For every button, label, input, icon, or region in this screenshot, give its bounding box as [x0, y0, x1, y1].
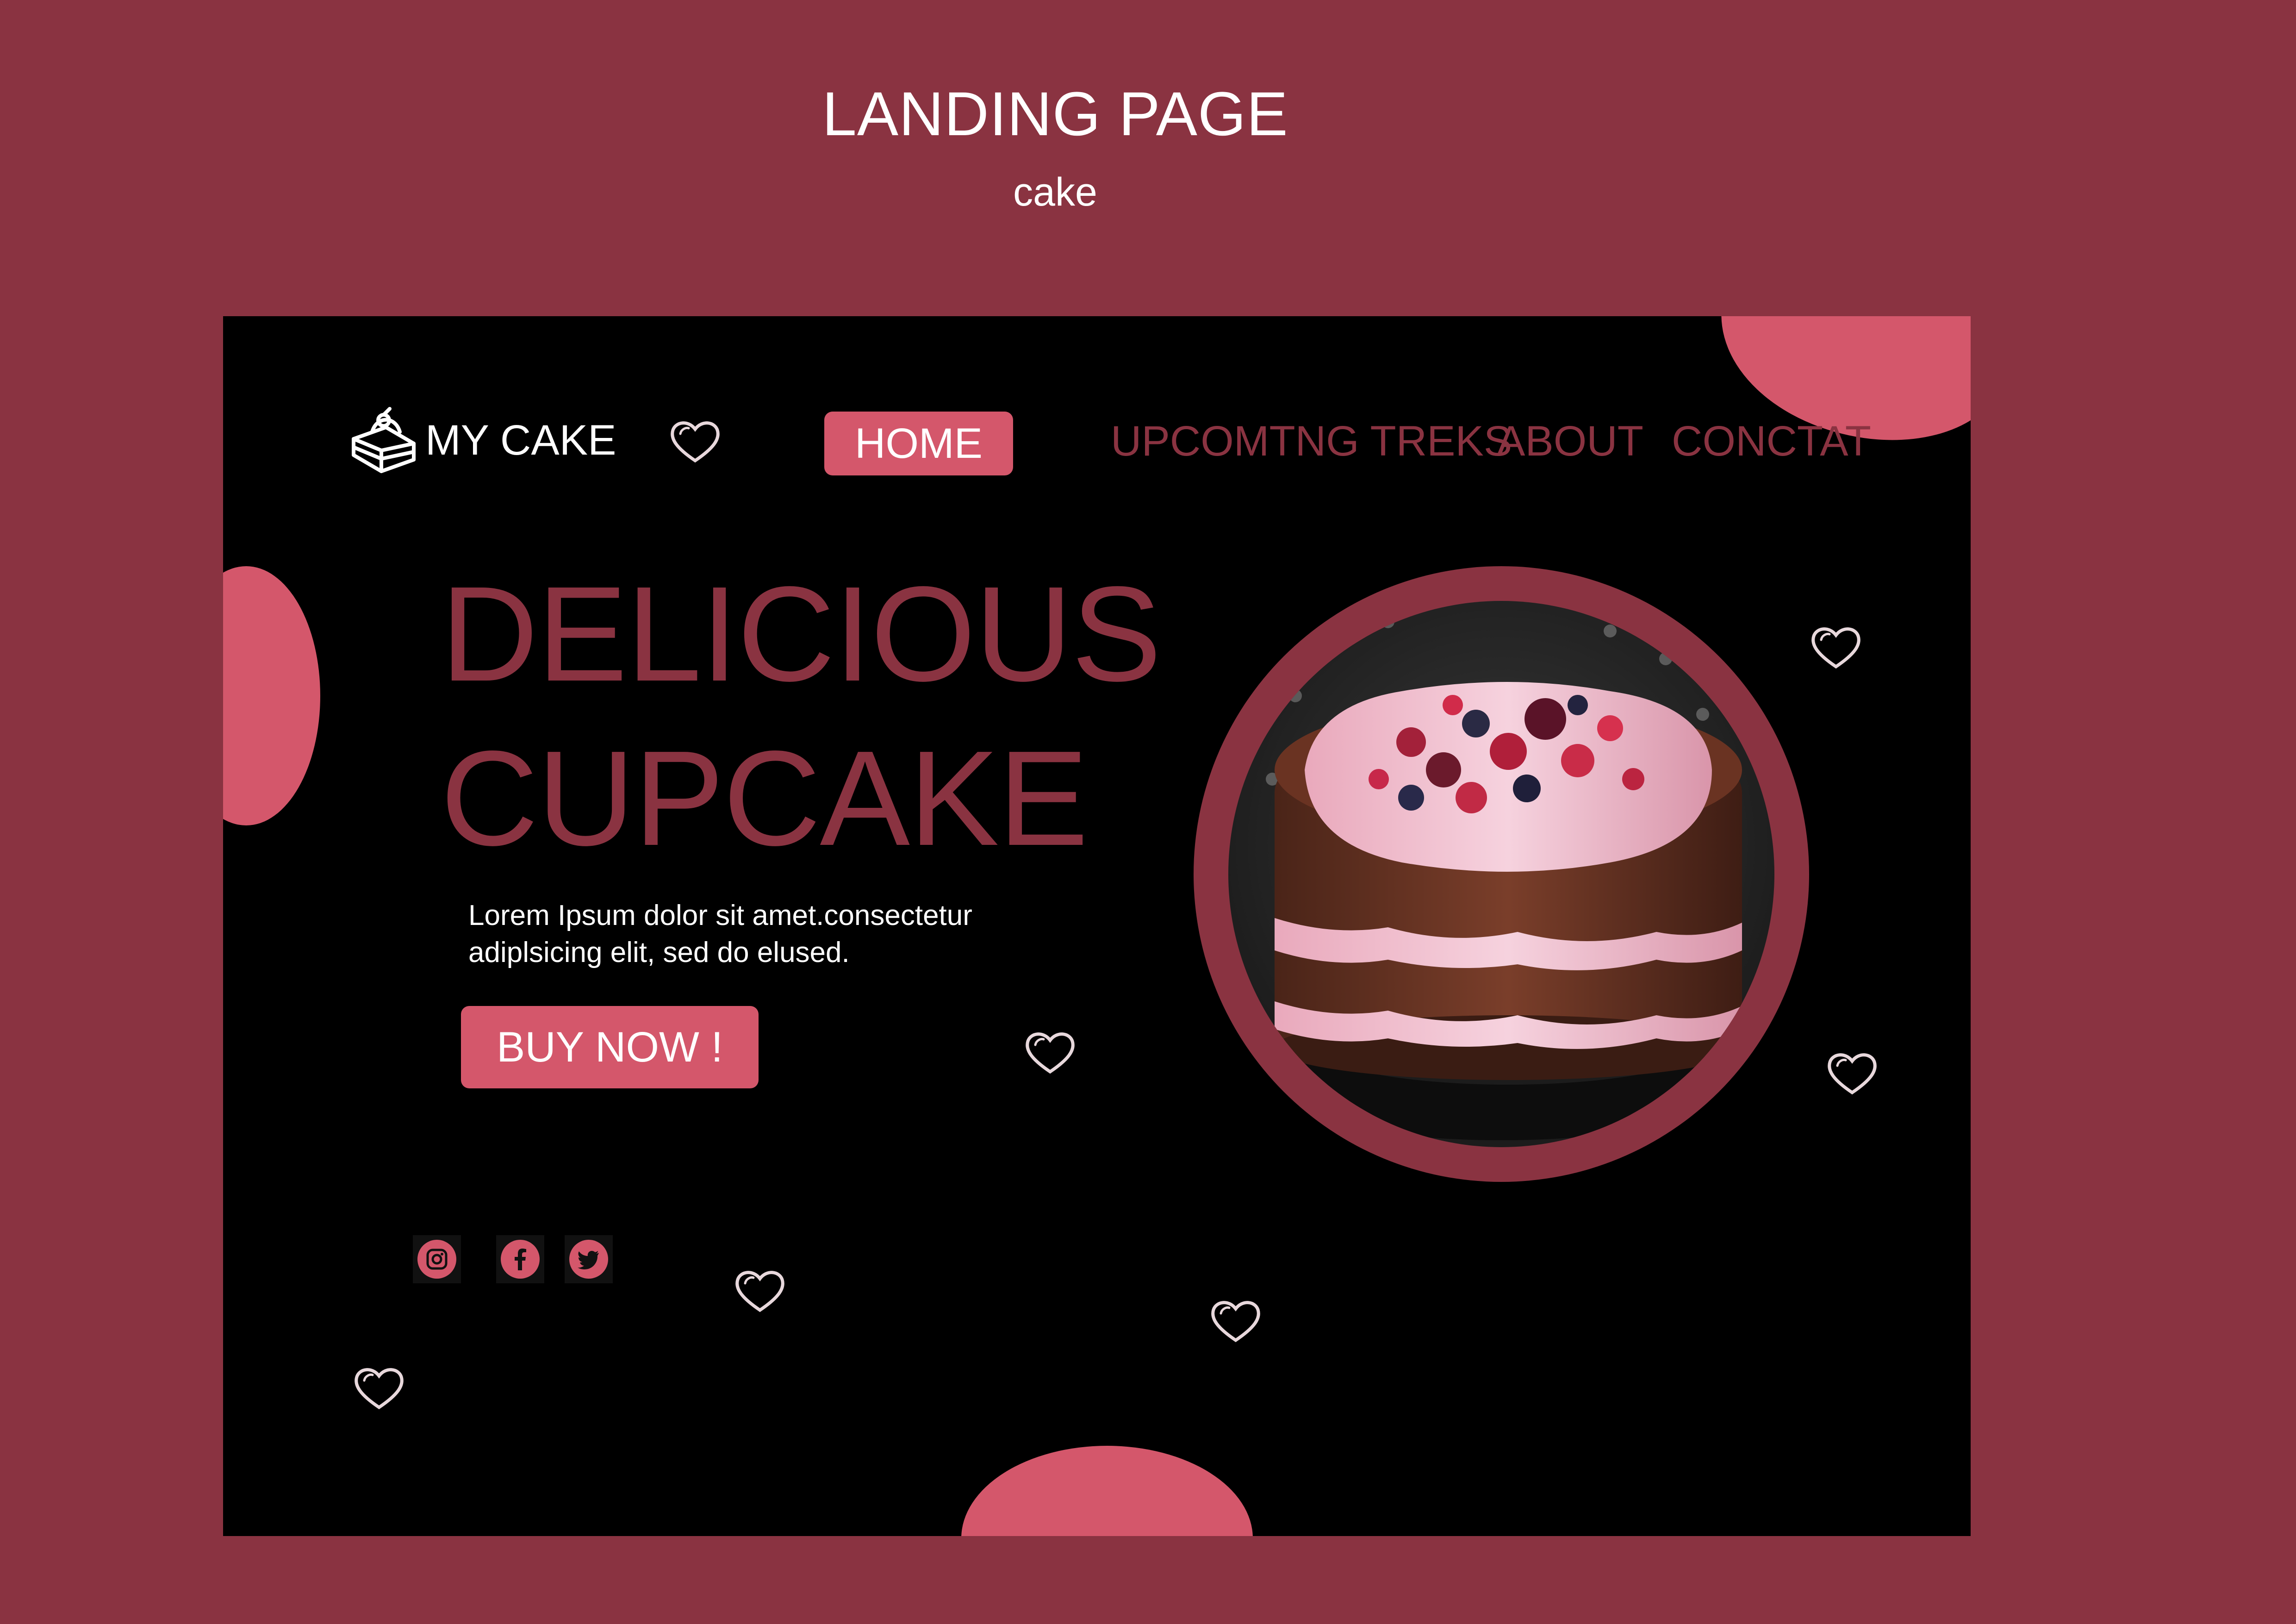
hero-title-line-1: DELICIOUS	[441, 558, 1162, 709]
landing-page-panel: MY CAKE HOME UPCOMTNG TREKS ABOUT CONCTA…	[223, 316, 1971, 1536]
instagram-icon	[426, 1249, 448, 1270]
hero-title-line-2: CUPCAKE	[441, 723, 1089, 874]
hero-description: Lorem Ipsum dolor sit amet.consectetur a…	[468, 897, 1070, 971]
hero-description-line-1: Lorem Ipsum dolor sit amet.consectetur	[468, 899, 972, 931]
facebook-link[interactable]	[496, 1235, 544, 1283]
heart-icon	[735, 1271, 784, 1312]
hero-cake-image	[1194, 566, 1809, 1182]
buy-now-button[interactable]: BUY NOW !	[461, 1006, 759, 1088]
heart-icon	[1211, 1301, 1260, 1343]
facebook-icon	[515, 1249, 526, 1270]
nav-link-upcoming-treks[interactable]: UPCOMTNG TREKS	[1111, 420, 1512, 462]
nav-home-button[interactable]: HOME	[824, 412, 1013, 475]
cake-slice-icon	[352, 407, 416, 473]
left-blob	[223, 566, 320, 825]
nav-link-contact[interactable]: CONCTAT	[1672, 420, 1871, 462]
nav-link-about[interactable]: ABOUT	[1497, 420, 1643, 462]
heart-icon	[355, 1368, 404, 1410]
instagram-link[interactable]	[413, 1235, 461, 1283]
heart-icon	[1811, 627, 1860, 669]
twitter-link[interactable]	[565, 1235, 613, 1283]
heart-icon	[1828, 1053, 1877, 1095]
hero-description-line-2: adiplsicing elit, sed do elused.	[468, 937, 850, 968]
heart-icon	[1026, 1032, 1075, 1074]
logo[interactable]: MY CAKE	[349, 406, 616, 476]
presentation-title: LANDING PAGE	[822, 80, 1288, 149]
bottom-blob	[961, 1446, 1253, 1536]
heart-icon	[671, 421, 720, 463]
logo-text: MY CAKE	[425, 417, 616, 464]
presentation-subtitle: cake	[1013, 170, 1097, 214]
twitter-icon	[578, 1251, 599, 1269]
